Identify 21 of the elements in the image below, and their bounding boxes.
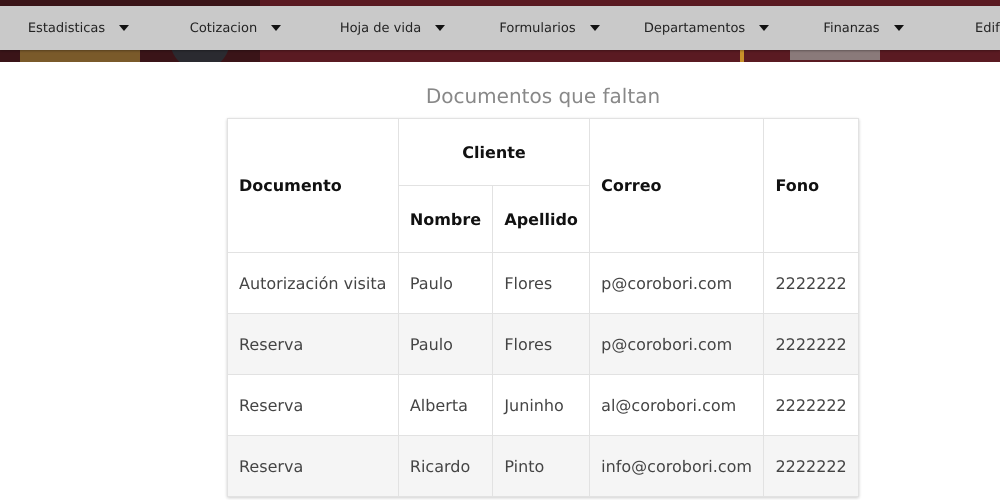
column-header: Documento <box>228 118 398 252</box>
table-cell: Ricardo <box>398 436 493 496</box>
caret-icon <box>894 25 904 31</box>
menu-item[interactable]: Estadisticas <box>0 20 157 36</box>
caret-icon <box>271 25 282 31</box>
column-header: Cliente <box>398 118 590 186</box>
caret-icon <box>759 25 770 31</box>
caret-icon <box>590 25 600 31</box>
menu-item[interactable]: Hoja de vida <box>314 20 471 36</box>
table-cell: Pinto <box>492 436 590 496</box>
menu-item[interactable]: Edif <box>942 20 1000 36</box>
table-cell: 2222222 <box>764 436 858 496</box>
table-cell: Reserva <box>228 436 398 496</box>
menu-item[interactable]: Departamentos <box>628 20 785 36</box>
menu-item[interactable]: Formularios <box>471 20 628 36</box>
caret-icon <box>119 25 130 31</box>
table-cell: info@corobori.com <box>590 436 764 496</box>
caret-icon <box>435 25 446 31</box>
menu-item[interactable]: Finanzas <box>785 20 942 36</box>
menu-item[interactable]: Cotizacion <box>157 20 314 36</box>
page-title: Documentos que faltan <box>424 84 662 108</box>
